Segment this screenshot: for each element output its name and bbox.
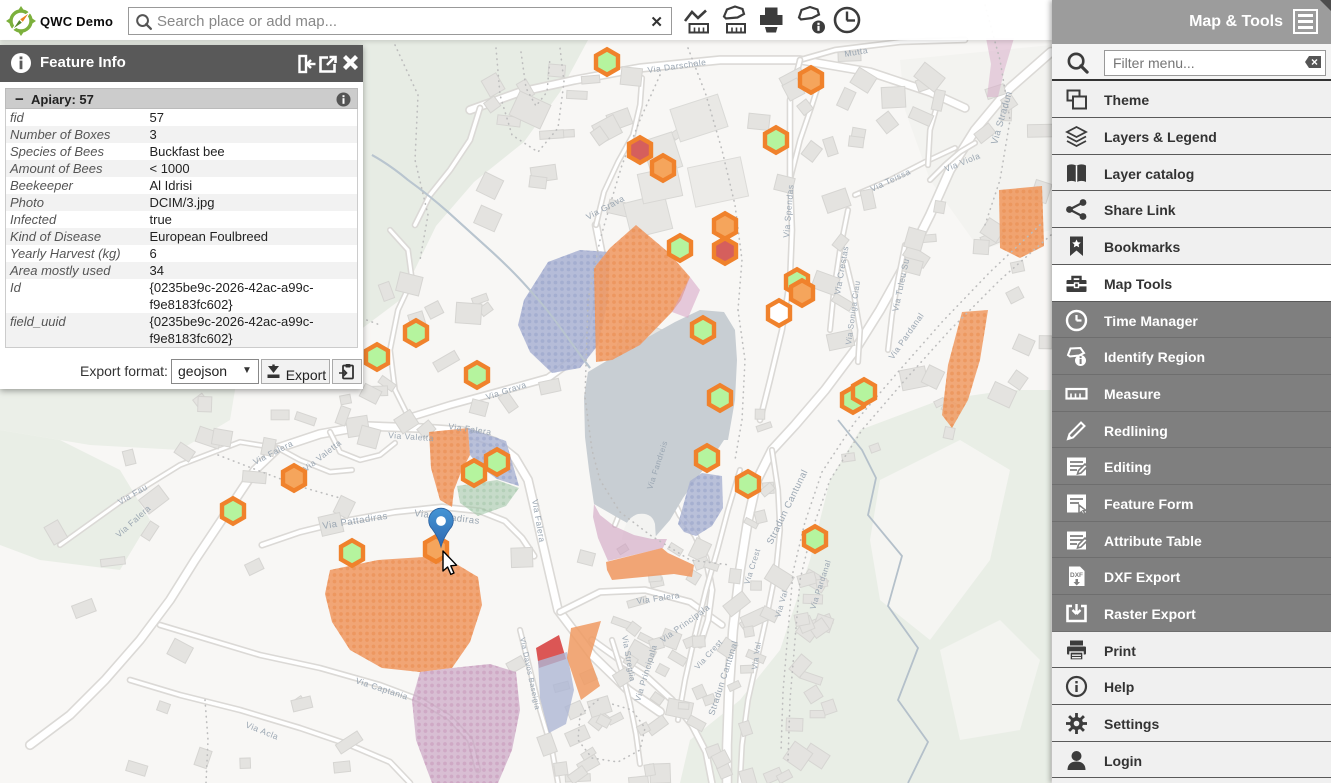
svg-text:DXF: DXF: [1070, 572, 1083, 579]
